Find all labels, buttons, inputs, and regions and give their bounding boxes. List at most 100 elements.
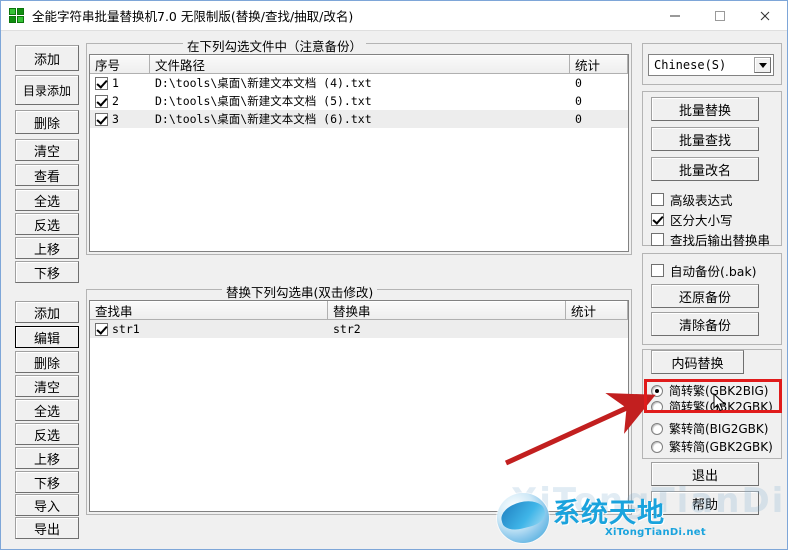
row-checkbox[interactable]: [95, 76, 108, 90]
button-label: 批量替换: [678, 103, 731, 119]
str-clear-button[interactable]: 清空: [15, 375, 79, 397]
output-after-find-checkbox[interactable]: 查找后输出替换串: [651, 230, 770, 249]
button-label: 反选: [33, 428, 60, 444]
checkbox-box[interactable]: [651, 213, 664, 226]
button-label: 查看: [33, 169, 60, 185]
column-header[interactable]: 文件路径: [150, 55, 570, 74]
batch-rename-button[interactable]: 批量改名: [651, 157, 759, 181]
clear-backup-button[interactable]: 清除备份: [651, 312, 759, 336]
watermark: XiTongTianDi 系统天地 XiTongTianDi.net: [479, 481, 783, 547]
file-group-title: 在下列勾选文件中（注意备份）: [183, 36, 367, 55]
close-icon[interactable]: [742, 1, 787, 30]
row-index-cell: 1: [90, 76, 150, 90]
string-list-header: 查找串 替换串 统计: [90, 301, 628, 320]
row-checkbox[interactable]: [95, 322, 108, 336]
file-list-view[interactable]: 序号 文件路径 统计 1 D:\tools\桌面\新建文本文档 (4).txt 0 2 D:…: [89, 54, 629, 252]
str-select-all-button[interactable]: 全选: [15, 399, 79, 421]
radio-gbk2big[interactable]: 简转繁(GBK2BIG): [651, 382, 768, 399]
auto-backup-checkbox[interactable]: 自动备份(.bak): [651, 261, 757, 280]
button-label: 全选: [33, 194, 60, 210]
table-row[interactable]: 3 D:\tools\桌面\新建文本文档 (6).txt 0: [90, 110, 628, 128]
button-label: 删除: [33, 116, 60, 132]
file-select-all-button[interactable]: 全选: [15, 189, 79, 211]
str-move-up-button[interactable]: 上移: [15, 447, 79, 469]
button-label: 下移: [33, 266, 60, 282]
button-label: 删除: [33, 356, 60, 372]
row-index: 1: [112, 76, 119, 90]
str-edit-button[interactable]: 编辑: [15, 326, 79, 348]
row-count-cell: 0: [575, 76, 582, 90]
advanced-expression-checkbox[interactable]: 高级表达式: [651, 190, 733, 209]
string-group-title: 替换下列勾选串(双击修改): [222, 282, 378, 301]
row-checkbox[interactable]: [95, 112, 108, 126]
find-string: str1: [112, 322, 140, 336]
column-header[interactable]: 序号: [90, 55, 150, 74]
file-view-button[interactable]: 查看: [15, 164, 79, 186]
file-invert-selection-button[interactable]: 反选: [15, 213, 79, 235]
str-import-button[interactable]: 导入: [15, 494, 79, 516]
watermark-globe-icon: [497, 493, 549, 543]
mouse-cursor: [713, 393, 726, 412]
radio-button[interactable]: [651, 422, 663, 435]
auto-backup-checkbox-box[interactable]: [651, 264, 664, 277]
column-header[interactable]: 统计: [566, 301, 628, 320]
row-path-cell: D:\tools\桌面\新建文本文档 (4).txt: [155, 76, 372, 90]
encoding-replace-button[interactable]: 内码替换: [651, 350, 744, 374]
title-bar: 全能字符串批量替换机7.0 无限制版(替换/查找/抽取/改名): [1, 1, 787, 31]
str-delete-button[interactable]: 删除: [15, 351, 79, 373]
file-move-up-button[interactable]: 上移: [15, 237, 79, 259]
str-invert-selection-button[interactable]: 反选: [15, 423, 79, 445]
radio-gbk2gbk[interactable]: 简转繁(GBK2GBK): [651, 398, 773, 415]
case-sensitive-checkbox[interactable]: 区分大小写: [651, 210, 733, 229]
file-list-header: 序号 文件路径 统计: [90, 55, 628, 74]
restore-backup-button[interactable]: 还原备份: [651, 284, 759, 308]
batch-find-button[interactable]: 批量查找: [651, 127, 759, 151]
app-puzzle-icon: [9, 7, 25, 24]
chevron-down-icon[interactable]: [754, 57, 771, 73]
table-row[interactable]: 1 D:\tools\桌面\新建文本文档 (4).txt 0: [90, 74, 628, 92]
column-header[interactable]: 查找串: [90, 301, 328, 320]
row-index-cell: 2: [90, 94, 150, 108]
radio-big-gbk2gbk[interactable]: 繁转简(GBK2GBK): [651, 438, 773, 455]
table-row[interactable]: str1 str2: [90, 320, 628, 338]
language-select[interactable]: Chinese(S): [648, 54, 774, 76]
row-checkbox[interactable]: [95, 94, 108, 108]
watermark-title: 系统天地: [553, 498, 665, 529]
checkbox-box[interactable]: [651, 193, 664, 206]
row-count-cell: 0: [575, 112, 582, 126]
row-path-cell: D:\tools\桌面\新建文本文档 (6).txt: [155, 112, 372, 126]
language-select-value: Chinese(S): [654, 58, 727, 72]
row-count-cell: 0: [575, 94, 582, 108]
replace-string-cell: str2: [333, 322, 361, 336]
file-delete-button[interactable]: 删除: [15, 110, 79, 134]
batch-replace-button[interactable]: 批量替换: [651, 97, 759, 121]
radio-label: 繁转简(BIG2GBK): [669, 422, 769, 436]
row-index: 2: [112, 94, 119, 108]
str-export-button[interactable]: 导出: [15, 517, 79, 539]
file-move-down-button[interactable]: 下移: [15, 261, 79, 283]
radio-button[interactable]: [651, 440, 663, 453]
button-label: 目录添加: [22, 83, 71, 98]
radio-button[interactable]: [651, 400, 663, 413]
column-header[interactable]: 替换串: [328, 301, 566, 320]
radio-label: 繁转简(GBK2GBK): [669, 440, 773, 454]
button-label: 还原备份: [678, 290, 731, 306]
file-add-dir-button[interactable]: 目录添加: [15, 75, 79, 105]
minimize-icon[interactable]: [652, 1, 697, 30]
button-label: 清空: [33, 144, 60, 160]
radio-button[interactable]: [651, 384, 663, 397]
file-add-button[interactable]: 添加: [15, 45, 79, 71]
file-clear-button[interactable]: 清空: [15, 139, 79, 161]
button-label: 添加: [33, 306, 60, 322]
checkbox-label: 高级表达式: [670, 193, 733, 208]
checkbox-box[interactable]: [651, 233, 664, 246]
str-move-down-button[interactable]: 下移: [15, 471, 79, 493]
button-label: 批量查找: [678, 133, 731, 149]
table-row[interactable]: 2 D:\tools\桌面\新建文本文档 (5).txt 0: [90, 92, 628, 110]
application-window: 全能字符串批量替换机7.0 无限制版(替换/查找/抽取/改名) 添加 目录添加 删除…: [0, 0, 788, 550]
maximize-icon[interactable]: [697, 1, 742, 30]
column-header[interactable]: 统计: [570, 55, 628, 74]
auto-backup-label: 自动备份(.bak): [670, 264, 757, 279]
str-add-button[interactable]: 添加: [15, 301, 79, 323]
radio-big2gbk[interactable]: 繁转简(BIG2GBK): [651, 420, 768, 437]
